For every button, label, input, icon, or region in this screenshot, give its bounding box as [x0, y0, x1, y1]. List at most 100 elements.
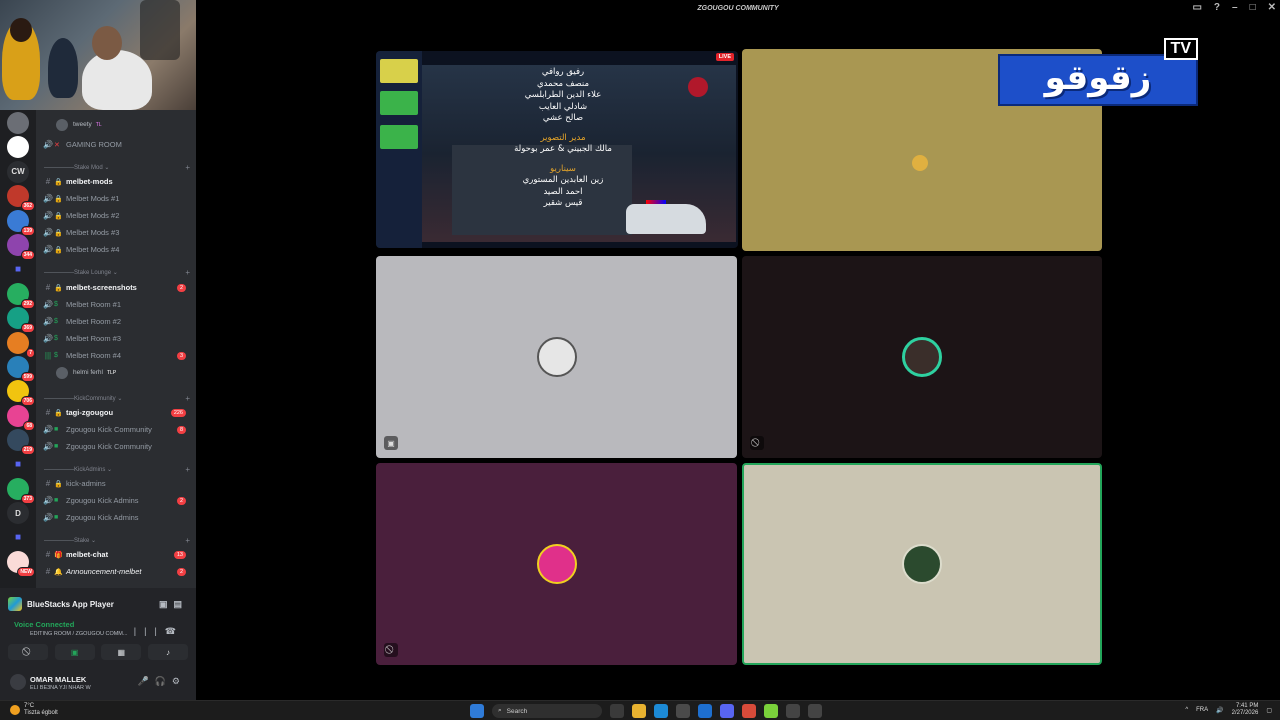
channel-melbet-mods[interactable]: # 🔒 melbet-mods	[36, 173, 196, 190]
voice-channel[interactable]: ||| $ Melbet Room #4 3	[36, 347, 196, 364]
server-icon[interactable]: D	[7, 502, 29, 525]
app-icon[interactable]	[786, 704, 800, 718]
screen-share-tile[interactable]: رفيق روافي منصف محمدي علاء الدين الطرابل…	[376, 51, 738, 248]
server-icon[interactable]: 362	[7, 185, 35, 212]
server-icon[interactable]: 344	[7, 234, 35, 260]
category-kick-admins[interactable]: —————KickAdmins ⌄ +	[44, 465, 194, 474]
server-icon[interactable]: ■	[7, 258, 29, 280]
avatar	[902, 544, 942, 584]
server-label: D	[15, 508, 21, 518]
noise-suppression-icon[interactable]: |||	[134, 626, 165, 636]
voice-channel[interactable]: 🔊 🔒 Melbet Mods #1	[36, 190, 196, 207]
server-icon[interactable]: 706	[7, 380, 35, 407]
server-icon[interactable]: ■	[7, 527, 29, 549]
gear-icon[interactable]: ⚙	[172, 676, 186, 686]
voice-channel[interactable]: 🔊 $ Melbet Room #1	[36, 296, 196, 313]
minimize-icon[interactable]: –	[1232, 2, 1238, 13]
voice-channel[interactable]: 🔊 ■ Zgougou Kick Community	[36, 438, 196, 455]
task-view-icon[interactable]	[610, 704, 624, 718]
server-icon[interactable]: 369	[7, 307, 35, 334]
maximize-icon[interactable]: □	[1250, 2, 1256, 13]
avatar	[56, 118, 68, 131]
discord-icon[interactable]	[720, 704, 734, 718]
add-channel-icon[interactable]: +	[185, 163, 190, 172]
screen-icon[interactable]: ▤	[173, 599, 188, 609]
channel-gaming-room[interactable]: 🔊 ✕ GAMING ROOM	[36, 136, 196, 153]
server-icon[interactable]	[7, 136, 29, 159]
server-icon[interactable]: 373	[7, 478, 35, 504]
clock[interactable]: 7:41 PM 2/27/2026	[1232, 703, 1259, 717]
brand-logo: زقوقو TV	[998, 38, 1198, 106]
file-explorer-icon[interactable]	[632, 704, 646, 718]
help-icon[interactable]: ?	[1214, 2, 1220, 13]
voice-user[interactable]: tweety TL	[36, 116, 196, 133]
language-indicator[interactable]: FRA	[1196, 707, 1208, 713]
channel-announcement-melbet[interactable]: # 🔔 Announcement-melbet 2	[36, 563, 196, 580]
voice-channel[interactable]: 🔊 $ Melbet Room #3	[36, 330, 196, 347]
voice-status[interactable]: Voice Connected	[14, 620, 74, 629]
obs-icon[interactable]	[808, 704, 822, 718]
voice-channel[interactable]: 🔊 ■ Zgougou Kick Admins 2	[36, 492, 196, 509]
server-icon[interactable]: CW	[7, 160, 29, 183]
voice-channel[interactable]: 🔊 $ Melbet Room #2	[36, 313, 196, 330]
category-kick-community[interactable]: —————KickCommunity ⌄ +	[44, 394, 194, 403]
notification-icon[interactable]: ▢	[1266, 707, 1272, 714]
voice-channel[interactable]: 🔊 ■ Zgougou Kick Admins	[36, 509, 196, 526]
inbox-icon[interactable]: ▭	[1192, 2, 1201, 13]
edge-icon[interactable]	[654, 704, 668, 718]
username[interactable]: OMAR MALLEK	[30, 675, 86, 684]
bluestacks-icon[interactable]	[764, 704, 778, 718]
channel-melbet-chat[interactable]: # 🎁 melbet-chat 13	[36, 546, 196, 563]
voice-channel[interactable]: 🔊 🔒 Melbet Mods #2	[36, 207, 196, 224]
participant-tile[interactable]: ⃠	[742, 256, 1102, 458]
voice-channel[interactable]: 🔊 🔒 Melbet Mods #4	[36, 241, 196, 258]
server-icon[interactable]: 139	[7, 209, 35, 236]
mail-icon[interactable]	[698, 704, 712, 718]
soundboard-button[interactable]: ♪	[147, 644, 188, 660]
server-icon[interactable]: 68	[7, 404, 35, 431]
voice-channel[interactable]: 🔊 ■ Zgougou Kick Community 8	[36, 421, 196, 438]
avatar	[536, 337, 577, 377]
activity-row[interactable]: BlueStacks App Player ▣▤	[8, 594, 192, 614]
camera-off-button[interactable]: ⃠	[8, 644, 48, 660]
server-icon[interactable]: ■	[7, 454, 29, 476]
lock-icon: 🔒	[54, 178, 63, 186]
store-icon[interactable]	[676, 704, 690, 718]
participant-tile-speaking[interactable]	[742, 463, 1102, 665]
activities-button[interactable]: ▦	[101, 644, 142, 660]
weather-widget[interactable]: 7°C Tiszta égbolt	[10, 703, 58, 717]
voice-channel[interactable]: 🔊 🔒 Melbet Mods #3	[36, 224, 196, 241]
participant-tile[interactable]: ▣	[376, 256, 737, 458]
share-screen-button[interactable]: ▣	[54, 644, 95, 660]
server-icon[interactable]: 599	[7, 356, 35, 382]
start-icon[interactable]	[470, 704, 484, 718]
server-icon[interactable]: 292	[7, 282, 35, 309]
muted-icon: ⃠	[384, 643, 398, 657]
headset-icon[interactable]: 🎧	[155, 676, 172, 686]
category-stake-mod[interactable]: —————Stake Mod ⌄ +	[44, 163, 194, 172]
voice-location[interactable]: EDITING ROOM / ZGOUGOU COMM...	[30, 631, 148, 637]
server-icon[interactable]: 7	[7, 331, 35, 358]
server-icon[interactable]: 219	[7, 429, 35, 456]
channel-tagi-zgougou[interactable]: # 🔒 tagi-zgougou 226	[36, 404, 196, 421]
chevron-up-icon[interactable]: ^	[1185, 707, 1188, 713]
search-box[interactable]: ⌕ Search	[492, 704, 602, 718]
channel-kick-admins[interactable]: # 🔒 kick-admins	[36, 475, 196, 492]
avatar[interactable]	[10, 674, 26, 690]
server-icon[interactable]: NEW	[7, 551, 35, 578]
chrome-icon[interactable]	[742, 704, 756, 718]
channel-melbet-screenshots[interactable]: # 🔒 melbet-screenshots 2	[36, 279, 196, 296]
close-icon[interactable]: ✕	[1268, 2, 1276, 13]
category-stake[interactable]: —————Stake ⌄ +	[44, 536, 194, 545]
mic-icon[interactable]: 🎤	[137, 676, 154, 686]
volume-icon[interactable]: 🔊	[1216, 707, 1223, 714]
server-icon[interactable]	[7, 112, 29, 134]
unread-badge: 7	[26, 347, 35, 358]
participant-tile[interactable]: ⃠	[376, 463, 737, 665]
voice-user[interactable]: helmi ferhl TLP	[36, 364, 196, 381]
avatar	[56, 366, 68, 379]
stream-icon[interactable]: ▣	[159, 599, 174, 609]
disconnect-icon[interactable]: ☎	[165, 626, 184, 636]
category-stake-lounge[interactable]: —————Stake Lounge ⌄ +	[44, 268, 194, 277]
shared-video: رفيق روافي منصف محمدي علاء الدين الطرابل…	[422, 65, 736, 242]
